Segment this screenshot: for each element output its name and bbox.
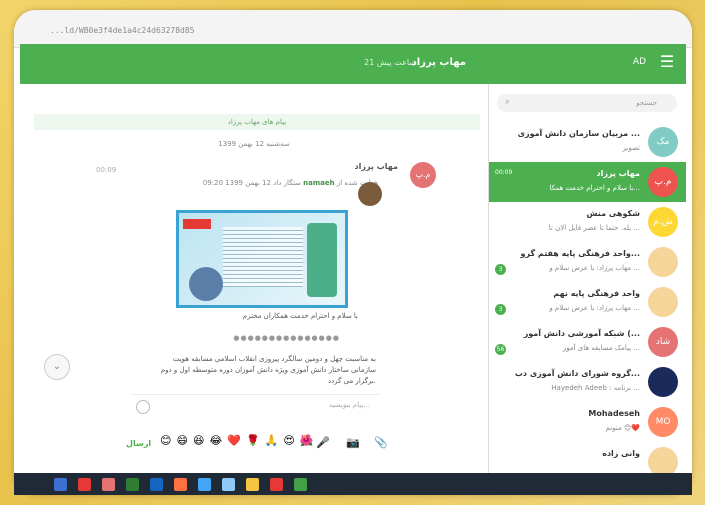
chat-avatar — [648, 367, 678, 397]
chat-name: واحد فرهنگی پایه هفتم گرو... — [520, 249, 640, 258]
taskbar-app-icon[interactable] — [150, 477, 163, 491]
forward-avatar[interactable] — [358, 182, 382, 206]
chat-name: Mohadeseh — [588, 409, 640, 418]
chat-name: وانی زاده — [602, 449, 640, 458]
chat-name: واحد فرهنگی پایه نهم — [553, 289, 640, 298]
emoji-button[interactable]: 🙏 — [265, 434, 279, 454]
ad-label[interactable]: AD — [633, 57, 646, 67]
chat-list: جستجو ⌕ مک مربیان سازمان دانش آموزی ... تص… — [489, 84, 686, 477]
taskbar — [14, 473, 692, 495]
taskbar-app-icon[interactable] — [222, 477, 235, 491]
message-input[interactable]: پیام بنویسید... — [130, 394, 380, 424]
chat-last-message: منونم 😊❤️ — [605, 424, 640, 432]
chat-last-message: تصویر — [622, 144, 640, 152]
taskbar-app-icon[interactable] — [174, 477, 187, 491]
pinned-bar[interactable]: پیام های مهاب پرزاد — [34, 114, 480, 130]
chat-last-message: با سلام و احترام خدمت همکا... — [549, 184, 640, 192]
camera-icon[interactable]: 📷 — [346, 436, 360, 449]
poster-side-panel — [307, 223, 337, 297]
separator: ●●●●●●●●●●●●●●● — [233, 334, 340, 342]
unread-badge: 3 — [495, 264, 506, 275]
message-body: به مناسبت چهل و دومین سالگرد پیروزی انقل… — [160, 355, 376, 385]
emoji-button[interactable]: 😊 — [160, 434, 171, 454]
unread-badge: 3 — [495, 304, 506, 315]
microphone-icon[interactable]: 🎤 — [316, 436, 330, 449]
emoji-button[interactable]: 🌹 — [246, 434, 260, 454]
chat-list-item[interactable]: ش.م شکوهی منش بله. حتما تا عصر فایل الان ت… — [489, 202, 686, 242]
chat-name: گروه شورای دانش آموزی دب... — [514, 369, 640, 378]
taskbar-app-icon[interactable] — [270, 477, 283, 491]
message-time: 00:09 — [96, 166, 117, 174]
chat-last-message: مهاب پرزاد: با عرض سلام و ... — [549, 304, 640, 312]
emoji-button[interactable]: 😆 — [193, 434, 204, 454]
chat-list-item[interactable]: واحد فرهنگی پایه هفتم گرو... مهاب پرزاد: … — [489, 242, 686, 282]
chat-list-item[interactable]: مک مربیان سازمان دانش آموزی ... تصویر — [489, 122, 686, 162]
date-chip: سه‌شنبه 12 بهمن 1399 — [218, 140, 290, 148]
emoji-button[interactable]: 😂 — [209, 434, 222, 454]
message-image[interactable] — [176, 210, 348, 308]
chat-time: 00:09 — [495, 169, 513, 176]
forward-name[interactable]: namaeh — [303, 179, 334, 187]
chat-avatar: MO — [648, 407, 678, 437]
chat-avatar — [648, 287, 678, 317]
chat-avatar: شاد — [648, 327, 678, 357]
forward-tail: ستگار داد 12 بهمن 1399 09:20 — [202, 179, 301, 187]
chat-list-item[interactable]: م.پ مهاب پرزاد با سلام و احترام خدمت همکا.… — [489, 162, 686, 202]
chat-name: مربیان سازمان دانش آموزی ... — [517, 129, 640, 138]
poster-logo — [183, 219, 211, 229]
hamburger-menu-icon[interactable]: ☰ — [658, 53, 676, 71]
taskbar-app-icon[interactable] — [102, 477, 115, 491]
emoji-button[interactable]: 😄 — [176, 434, 187, 454]
address-bar[interactable]: ...ld/WB0e3f4de1a4c24d63278d85 — [14, 10, 692, 48]
poster-text-lines — [223, 227, 303, 287]
chat-avatar: ش.م — [648, 207, 678, 237]
taskbar-app-icon[interactable] — [78, 477, 91, 491]
chat-name: مهاب پرزاد — [596, 169, 641, 178]
image-caption: با سلام و احترام خدمت همکاران محترم — [242, 312, 358, 320]
chat-avatar: م.پ — [648, 167, 678, 197]
emoji-button[interactable]: 🌺 — [300, 434, 314, 454]
scroll-down-icon[interactable]: ⌄ — [44, 354, 70, 380]
chat-panel: پیام های مهاب پرزاد سه‌شنبه 12 بهمن 1399… — [20, 84, 488, 476]
taskbar-app-icon[interactable] — [198, 477, 211, 491]
attachment-icon[interactable]: 📎 — [374, 436, 388, 449]
send-button[interactable]: ارسال — [126, 439, 151, 448]
message-sender[interactable]: مهاب پرزاد — [355, 162, 399, 171]
emoji-picker-icon[interactable] — [136, 400, 150, 414]
chat-last-message: بله. حتما تا عصر فایل الان تا ... — [548, 224, 640, 232]
chat-list-item[interactable]: واحد فرهنگی پایه نهم مهاب پرزاد: با عرض س… — [489, 282, 686, 322]
taskbar-app-icon[interactable] — [54, 477, 67, 491]
chat-title[interactable]: مهاب پرزاد — [412, 57, 466, 68]
last-seen: 21 ساعت پیش — [364, 58, 416, 67]
emoji-button[interactable]: 😍 — [283, 434, 294, 454]
chat-last-message: Hayedeh Adeeb : برنامه ... — [551, 384, 640, 392]
taskbar-app-icon[interactable] — [126, 477, 139, 491]
chat-name: شکوهی منش — [586, 209, 641, 218]
forwarded-from: ستگار داد 12 بهمن 1399 09:20 namaeh هدای… — [203, 179, 378, 187]
chat-avatar — [648, 247, 678, 277]
chat-last-message: مهاب پرزاد: با عرض سلام و ... — [549, 264, 640, 272]
taskbar-app-icon[interactable] — [246, 477, 259, 491]
sender-avatar[interactable]: م.پ — [410, 162, 436, 188]
chat-list-item[interactable]: شاد شبکه آموزشی دانش آموز (... پیامک مسابق… — [489, 322, 686, 362]
chat-header: 21 ساعت پیش مهاب پرزاد AD ☰ — [20, 44, 686, 84]
emoji-bar: 😊 😄 😆 😂 ❤️ 🌹 🙏 😍 🌺 — [160, 434, 314, 454]
browser-window: ...ld/WB0e3f4de1a4c24d63278d85 21 ساعت پ… — [14, 10, 692, 495]
chat-list-item[interactable]: گروه شورای دانش آموزی دب... Hayedeh Adeeb… — [489, 362, 686, 402]
chat-last-message: پیامک مسابقه های آموز ... — [562, 344, 640, 352]
poster-photo — [189, 267, 223, 301]
chat-avatar: مک — [648, 127, 678, 157]
search-icon[interactable]: ⌕ — [505, 97, 510, 107]
chat-list-item[interactable]: MO Mohadeseh منونم 😊❤️ — [489, 402, 686, 442]
chat-name: شبکه آموزشی دانش آموز (... — [523, 329, 640, 338]
search-input[interactable]: جستجو — [497, 94, 677, 112]
taskbar-app-icon[interactable] — [294, 477, 307, 491]
unread-badge: 56 — [495, 344, 506, 355]
emoji-button[interactable]: ❤️ — [227, 434, 241, 454]
